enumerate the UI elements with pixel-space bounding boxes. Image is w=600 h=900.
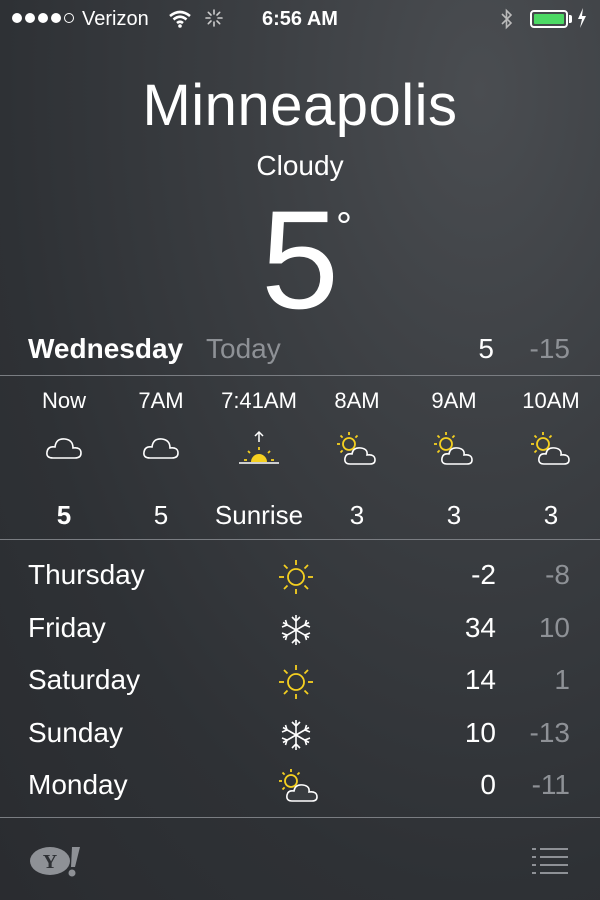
forecast-low: -11: [531, 769, 570, 800]
degree-symbol: °: [336, 205, 352, 249]
forecast-row: Thursday -2 -8: [28, 555, 572, 608]
hourly-time: Now: [41, 388, 86, 413]
list-icon[interactable]: [530, 845, 570, 875]
bluetooth-icon: [500, 8, 514, 36]
hourly-time: 8AM: [334, 388, 380, 413]
today-label: Today: [206, 333, 281, 364]
forecast-row: Monday 0 -11: [28, 765, 572, 818]
battery-icon: [530, 10, 568, 28]
hourly-item: Now 5: [9, 376, 119, 538]
hourly-item: 9AM 3: [399, 376, 509, 538]
partly-cloudy-icon: [276, 767, 322, 807]
cloud-icon: [9, 430, 119, 470]
forecast-day: Saturday: [28, 664, 141, 695]
partly-cloudy-icon: [302, 430, 412, 470]
forecast-high: -2: [471, 559, 496, 590]
divider: [0, 817, 600, 818]
hourly-forecast[interactable]: Now 5 7AM 5 7:41AM Sunrise 8AM 3 9AM 3 1…: [0, 376, 600, 538]
today-low: -15: [529, 333, 570, 364]
snowflake-icon: [276, 610, 322, 650]
daily-forecast: Thursday -2 -8 Friday 34 10 Saturday 14 …: [28, 555, 572, 818]
status-bar: Verizon 6:56 AM: [0, 0, 600, 40]
svg-text:Y: Y: [43, 851, 58, 873]
hourly-time: 9AM: [431, 388, 477, 413]
sun-icon: [276, 662, 322, 702]
hourly-item: 8AM 3: [302, 376, 412, 538]
current-temperature: 5: [261, 181, 339, 338]
forecast-low: 10: [538, 611, 570, 643]
charging-bolt-icon: [577, 7, 587, 34]
forecast-high: 10: [464, 716, 496, 748]
hourly-item: 10AM 3: [496, 376, 600, 538]
forecast-day: Sunday: [28, 716, 123, 748]
forecast-day: Friday: [28, 611, 106, 643]
battery-level: [534, 14, 564, 24]
current-condition: Cloudy: [256, 150, 344, 181]
partly-cloudy-icon: [496, 430, 600, 470]
today-day-name: Wednesday: [28, 333, 184, 364]
divider: [0, 539, 600, 540]
snowflake-icon: [276, 715, 322, 755]
partly-cloudy-icon: [399, 430, 509, 470]
forecast-high: 34: [464, 611, 496, 643]
today-high: 5: [478, 333, 494, 364]
hourly-value: 3: [543, 500, 559, 530]
forecast-row: Friday 34 10: [28, 608, 572, 661]
hourly-value: 3: [349, 500, 365, 530]
forecast-high: 14: [464, 664, 496, 695]
battery-cap: [569, 15, 572, 23]
today-row: Wednesday Today 5 -15: [28, 330, 572, 370]
forecast-day: Thursday: [28, 559, 145, 590]
yahoo-logo-icon[interactable]: Y: [28, 843, 88, 879]
forecast-low: 1: [554, 664, 570, 695]
forecast-row: Saturday 14 1: [28, 660, 572, 713]
city-name: Minneapolis: [142, 73, 458, 138]
forecast-low: -13: [529, 716, 570, 748]
sun-icon: [276, 557, 322, 597]
hourly-value: 3: [446, 500, 462, 530]
forecast-high: 0: [480, 769, 496, 800]
forecast-low: -8: [545, 559, 570, 590]
forecast-row: Sunday 10 -13: [28, 713, 572, 766]
hourly-value: 5: [56, 500, 72, 530]
forecast-day: Monday: [28, 769, 128, 800]
hourly-time: 10AM: [522, 388, 580, 413]
